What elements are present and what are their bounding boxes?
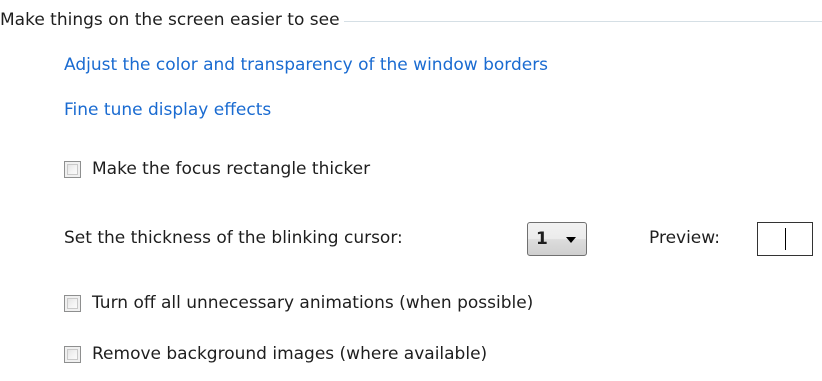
cursor-thickness-row: Set the thickness of the blinking cursor… — [64, 222, 822, 258]
text-cursor-icon — [785, 228, 786, 250]
cursor-thickness-label: Set the thickness of the blinking cursor… — [64, 228, 403, 248]
display-effects-link[interactable]: Fine tune display effects — [64, 100, 271, 120]
cursor-preview-box — [757, 222, 813, 256]
group-divider — [343, 20, 822, 22]
focus-rectangle-checkbox[interactable] — [64, 160, 81, 178]
animations-label: Turn off all unnecessary animations (whe… — [92, 293, 534, 313]
background-images-checkbox[interactable] — [64, 345, 81, 363]
chevron-down-icon — [566, 237, 576, 243]
cursor-thickness-value: 1 — [536, 229, 548, 249]
group-title: Make things on the screen easier to see — [0, 10, 340, 30]
cursor-thickness-dropdown[interactable]: 1 — [527, 222, 587, 256]
group-header: Make things on the screen easier to see — [0, 8, 822, 32]
window-borders-link[interactable]: Adjust the color and transparency of the… — [64, 55, 548, 75]
animations-checkbox[interactable] — [64, 294, 81, 312]
animations-option[interactable]: Turn off all unnecessary animations (whe… — [64, 291, 533, 315]
background-images-label: Remove background images (where availabl… — [92, 344, 488, 364]
focus-rectangle-label: Make the focus rectangle thicker — [92, 159, 371, 179]
focus-rectangle-option[interactable]: Make the focus rectangle thicker — [64, 157, 370, 181]
preview-label: Preview: — [649, 228, 720, 248]
background-images-option[interactable]: Remove background images (where availabl… — [64, 342, 487, 366]
